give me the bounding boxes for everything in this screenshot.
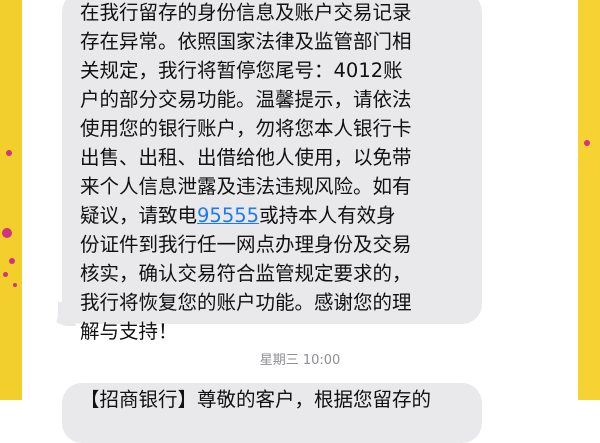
message-line: 来个人信息泄露及违法违规风险。如有 (80, 175, 412, 198)
incoming-message-bubble[interactable]: 在我行留存的身份信息及账户交易记录 存在异常。依照国家法律及监管部门相 关规定，… (62, 0, 482, 343)
confetti-dot (2, 228, 12, 238)
message-line: 份证件到我行任一网点办理身份及交易 (80, 233, 412, 256)
message-line: 核实，确认交易符合监管规定要求的， (80, 262, 412, 285)
message-line: 户的部分交易功能。温馨提示，请依法 (80, 88, 412, 111)
message-line: 我行将恢复您的账户功能。感谢您的理 (80, 291, 412, 314)
message-text: 疑议，请致电 (80, 204, 198, 227)
next-message-bubble[interactable]: 【招商银行】尊敬的客户，根据您留存的 (62, 383, 482, 443)
message-line: 使用您的银行账户，勿将您本人银行卡 (80, 117, 412, 140)
message-line: 出售、出租、出借给他人使用，以免带 (80, 146, 412, 169)
confetti-dot (584, 140, 590, 146)
confetti-dot (9, 258, 15, 264)
right-yellow-background (578, 0, 600, 400)
left-yellow-background (0, 0, 22, 400)
confetti-dot (6, 150, 12, 156)
message-text: 或持本人有效身 (259, 204, 396, 227)
message-line: 解与支持！ (80, 320, 178, 343)
message-timestamp: 星期三 10:00 (259, 353, 341, 368)
messages-conversation[interactable]: 在我行留存的身份信息及账户交易记录 存在异常。依照国家法律及监管部门相 关规定，… (22, 0, 578, 443)
message-line: 关规定，我行将暂停您尾号：4012账 (80, 59, 403, 82)
confetti-dot (3, 272, 8, 277)
message-line-with-phone: 疑议，请致电95555或持本人有效身 (80, 201, 464, 230)
message-line: 在我行留存的身份信息及账户交易记录 (80, 1, 412, 24)
message-line: 存在异常。依照国家法律及监管部门相 (80, 30, 412, 53)
confetti-dot (13, 283, 17, 287)
phone-number-link[interactable]: 95555 (197, 204, 259, 227)
